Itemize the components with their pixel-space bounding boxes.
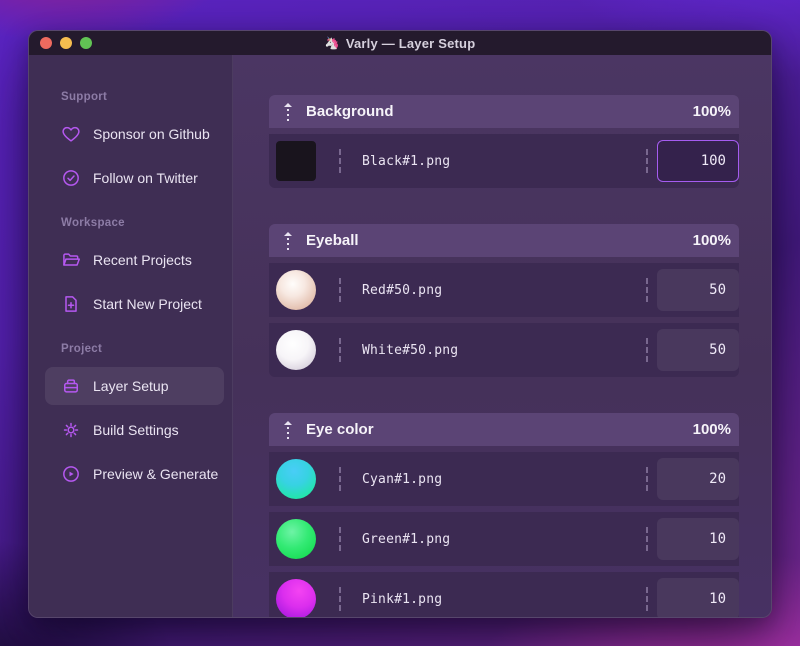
minimize-button[interactable] xyxy=(60,37,72,49)
layer-thumbnail-pink-sphere xyxy=(276,579,316,617)
sidebar-item-follow-on-twitter[interactable]: Follow on Twitter xyxy=(45,159,224,197)
layer-row-green-1-png: Green#1.png xyxy=(269,512,739,566)
divider xyxy=(646,278,648,302)
drag-handle-icon[interactable] xyxy=(283,420,293,440)
divider xyxy=(339,278,341,302)
sidebar-section-support: Support Sponsor on Github Follow on Twitte… xyxy=(45,91,224,197)
desktop-wallpaper: 🦄 Varly — Layer Setup Support Sponsor on … xyxy=(0,0,800,646)
layer-row-pink-1-png: Pink#1.png xyxy=(269,572,739,617)
sidebar-section-label: Project xyxy=(61,343,103,355)
layer-row-red-50-png: Red#50.png xyxy=(269,263,739,317)
sidebar-item-start-new-project[interactable]: Start New Project xyxy=(45,285,224,323)
divider xyxy=(339,149,341,173)
layer-row-black-1-png: Black#1.png xyxy=(269,134,739,188)
sidebar-item-preview-generate[interactable]: Preview & Generate xyxy=(45,455,224,493)
sidebar-item-label: Recent Projects xyxy=(93,252,192,268)
layer-weight-input[interactable] xyxy=(657,518,739,560)
layer-weight-input[interactable] xyxy=(657,140,739,182)
title-bar[interactable]: 🦄 Varly — Layer Setup xyxy=(29,31,771,55)
sidebar-section-label: Workspace xyxy=(61,217,125,229)
layer-filename: Cyan#1.png xyxy=(362,471,443,487)
file-plus-icon xyxy=(61,294,81,314)
close-button[interactable] xyxy=(40,37,52,49)
layer-filename: Black#1.png xyxy=(362,153,451,169)
layer-group-name: Eye color xyxy=(306,421,374,438)
window-title: 🦄 Varly — Layer Setup xyxy=(325,36,476,51)
divider xyxy=(339,587,341,611)
layer-weight-input[interactable] xyxy=(657,578,739,617)
sidebar-item-label: Start New Project xyxy=(93,296,202,312)
play-circle-icon xyxy=(61,464,81,484)
divider xyxy=(339,527,341,551)
layer-thumbnail-white-sphere xyxy=(276,330,316,370)
layer-group-weight: 100% xyxy=(692,421,731,438)
drag-handle-icon[interactable] xyxy=(283,102,293,122)
app-window: 🦄 Varly — Layer Setup Support Sponsor on … xyxy=(28,30,772,618)
divider xyxy=(339,338,341,362)
layer-group-eye-color: Eye color 100% Cyan#1.png Green#1.png Pink#1… xyxy=(269,413,739,617)
sidebar-item-label: Sponsor on Github xyxy=(93,126,210,142)
layer-thumbnail-cyan-sphere xyxy=(276,459,316,499)
sidebar-item-layer-setup[interactable]: Layer Setup xyxy=(45,367,224,405)
layer-row-cyan-1-png: Cyan#1.png xyxy=(269,452,739,506)
divider xyxy=(646,338,648,362)
layer-group-weight: 100% xyxy=(692,103,731,120)
layer-row-white-50-png: White#50.png xyxy=(269,323,739,377)
layer-group-name: Background xyxy=(306,103,394,120)
layer-weight-input[interactable] xyxy=(657,269,739,311)
zoom-button[interactable] xyxy=(80,37,92,49)
layer-weight-input[interactable] xyxy=(657,458,739,500)
layer-thumbnail-green-sphere xyxy=(276,519,316,559)
sidebar-item-label: Preview & Generate xyxy=(93,466,219,482)
gear-icon xyxy=(61,420,81,440)
layer-group-eyeball: Eyeball 100% Red#50.png White#50.png xyxy=(269,224,739,377)
layer-filename: Green#1.png xyxy=(362,531,451,547)
layer-thumbnail-red-sphere xyxy=(276,270,316,310)
sidebar-item-sponsor-on-github[interactable]: Sponsor on Github xyxy=(45,115,224,153)
layer-group-header[interactable]: Eye color 100% xyxy=(269,413,739,446)
layer-group-name: Eyeball xyxy=(306,232,359,249)
sidebar-section-label: Support xyxy=(61,91,108,103)
divider xyxy=(646,527,648,551)
traffic-lights xyxy=(40,31,92,55)
layer-weight-input[interactable] xyxy=(657,329,739,371)
check-badge-icon xyxy=(61,168,81,188)
layer-thumbnail-black-square xyxy=(276,141,316,181)
sidebar-item-build-settings[interactable]: Build Settings xyxy=(45,411,224,449)
unicorn-app-icon: 🦄 xyxy=(324,36,340,50)
sidebar-item-label: Build Settings xyxy=(93,422,179,438)
layer-filename: White#50.png xyxy=(362,342,459,358)
layer-filename: Red#50.png xyxy=(362,282,443,298)
divider xyxy=(339,467,341,491)
sidebar-item-label: Layer Setup xyxy=(93,378,169,394)
layer-group-header[interactable]: Background 100% xyxy=(269,95,739,128)
layer-filename: Pink#1.png xyxy=(362,591,443,607)
divider xyxy=(646,587,648,611)
layer-group-header[interactable]: Eyeball 100% xyxy=(269,224,739,257)
sidebar-item-label: Follow on Twitter xyxy=(93,170,198,186)
layer-group-background: Background 100% Black#1.png xyxy=(269,95,739,188)
heart-icon xyxy=(61,124,81,144)
layer-group-weight: 100% xyxy=(692,232,731,249)
divider xyxy=(646,149,648,173)
folder-icon xyxy=(61,250,81,270)
layers-icon xyxy=(61,376,81,396)
window-title-text: Varly — Layer Setup xyxy=(345,35,476,51)
divider xyxy=(646,467,648,491)
sidebar: Support Sponsor on Github Follow on Twitte… xyxy=(29,55,233,617)
sidebar-item-recent-projects[interactable]: Recent Projects xyxy=(45,241,224,279)
sidebar-section-workspace: Workspace Recent Projects Start New Projec… xyxy=(45,217,224,323)
layer-setup-panel: Background 100% Black#1.png Eyeball 100% Red#… xyxy=(233,55,771,617)
drag-handle-icon[interactable] xyxy=(283,231,293,251)
sidebar-section-project: Project Layer Setup Build Settings Preview … xyxy=(45,343,224,493)
